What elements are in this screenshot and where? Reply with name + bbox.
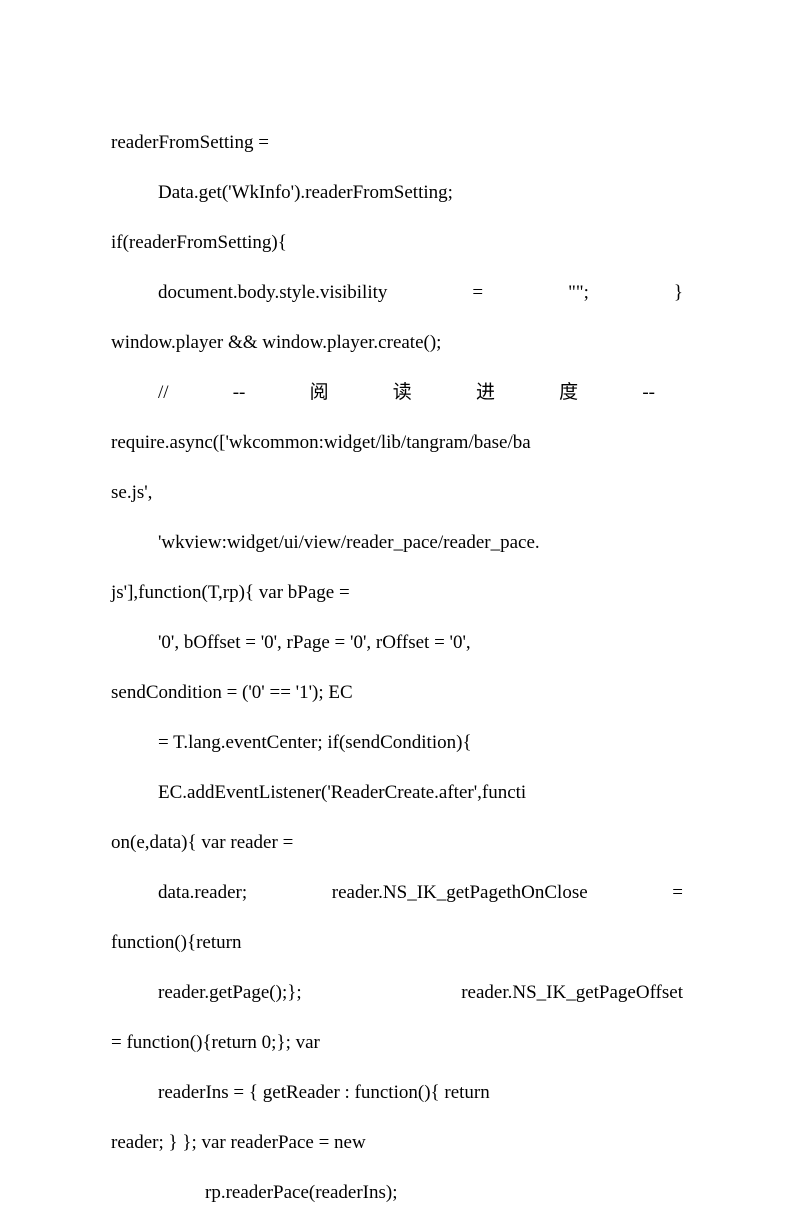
- code-line: sendCondition = ('0' == '1'); EC: [111, 668, 683, 718]
- code-line: se.js',: [111, 468, 683, 518]
- code-span: 度: [559, 368, 578, 418]
- code-span: //: [158, 368, 169, 418]
- code-line: = T.lang.eventCenter; if(sendCondition){: [111, 718, 683, 768]
- code-line: Data.get('WkInfo').readerFromSetting;: [111, 168, 683, 218]
- code-span: 读: [393, 368, 412, 418]
- code-line: document.body.style.visibility = ""; }: [111, 268, 683, 318]
- code-line: readerFromSetting =: [111, 118, 683, 168]
- code-line: if(readerFromSetting){: [111, 218, 683, 268]
- code-line: reader.getPage();}; reader.NS_IK_getPage…: [111, 968, 683, 1018]
- code-span: 阅: [310, 368, 329, 418]
- code-span: data.reader;: [158, 868, 247, 918]
- code-line: on(e,data){ var reader =: [111, 818, 683, 868]
- code-line: EC.addEventListener('ReaderCreate.after'…: [111, 768, 683, 818]
- code-span: 进: [476, 368, 495, 418]
- code-line: 'wkview:widget/ui/view/reader_pace/reade…: [111, 518, 683, 568]
- code-span: document.body.style.visibility: [158, 268, 387, 318]
- code-line: js'],function(T,rp){ var bPage =: [111, 568, 683, 618]
- code-line: readerIns = { getReader : function(){ re…: [111, 1068, 683, 1118]
- code-span: =: [472, 268, 483, 318]
- code-line: data.reader; reader.NS_IK_getPagethOnClo…: [111, 868, 683, 918]
- code-comment-line: // -- 阅 读 进 度 --: [111, 368, 683, 418]
- document-page: readerFromSetting = Data.get('WkInfo').r…: [0, 0, 794, 1123]
- code-span: --: [233, 368, 246, 418]
- code-span: --: [642, 368, 655, 418]
- code-line: '0', bOffset = '0', rPage = '0', rOffset…: [111, 618, 683, 668]
- code-line: require.async(['wkcommon:widget/lib/tang…: [111, 418, 683, 468]
- code-span: }: [674, 268, 683, 318]
- code-line: reader; } }; var readerPace = new: [111, 1118, 683, 1168]
- code-line: = function(){return 0;}; var: [111, 1018, 683, 1068]
- code-line: rp.readerPace(readerIns);: [111, 1168, 683, 1218]
- code-span: reader.getPage();};: [158, 968, 302, 1018]
- code-span: reader.NS_IK_getPageOffset: [461, 968, 683, 1018]
- code-line: function(){return: [111, 918, 683, 968]
- code-span: =: [672, 868, 683, 918]
- code-span: reader.NS_IK_getPagethOnClose: [332, 868, 588, 918]
- code-span: "";: [568, 268, 589, 318]
- code-line: window.player && window.player.create();: [111, 318, 683, 368]
